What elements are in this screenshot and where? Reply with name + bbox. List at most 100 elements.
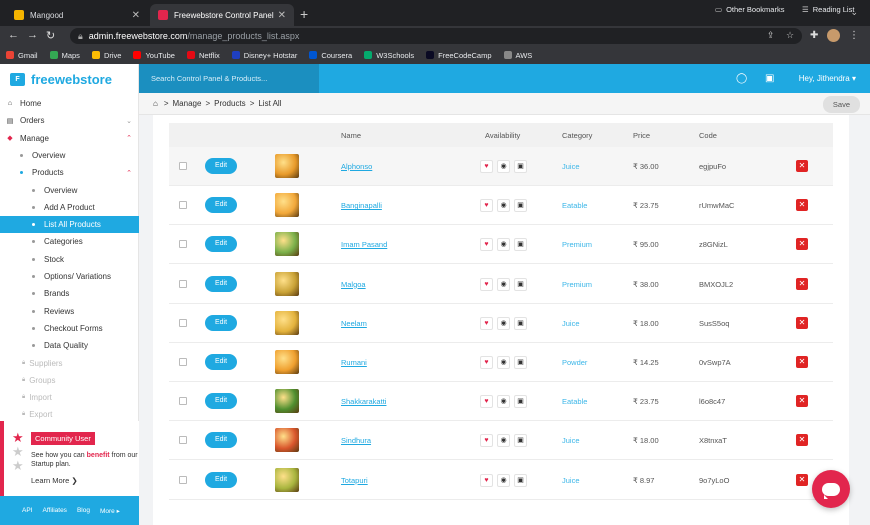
delete-icon[interactable]: ✕	[796, 473, 808, 486]
profile-avatar[interactable]	[827, 29, 840, 42]
product-category[interactable]: Juice	[562, 319, 580, 328]
delete-icon[interactable]: ✕	[796, 395, 808, 408]
edit-button[interactable]: Edit	[205, 314, 237, 331]
product-category[interactable]: Eatable	[562, 397, 587, 406]
row-checkbox[interactable]	[179, 397, 187, 406]
bookmark-gmail[interactable]: Gmail	[6, 51, 38, 60]
footer-link-more[interactable]: More ▸	[100, 507, 120, 515]
url-input[interactable]: 🔒︎ admin.freewebstore.com/manage_product…	[70, 28, 802, 44]
product-thumbnail[interactable]	[275, 154, 299, 178]
product-category[interactable]: Premium	[562, 240, 592, 249]
delete-icon[interactable]: ✕	[796, 238, 808, 251]
lock-icon[interactable]: ▣	[514, 434, 527, 448]
row-checkbox[interactable]	[179, 475, 187, 484]
heart-icon[interactable]: ♥	[480, 238, 493, 252]
sidebar-item-stock[interactable]: Stock	[0, 251, 139, 268]
product-name-link[interactable]: Imam Pasand	[341, 240, 387, 249]
sidebar-item-manage[interactable]: ◆ Manage ⌃	[0, 130, 139, 147]
delete-icon[interactable]: ✕	[796, 277, 808, 290]
product-thumbnail[interactable]	[275, 428, 299, 453]
chat-icon[interactable]: ◯	[736, 73, 747, 84]
lock-icon[interactable]: ▣	[514, 473, 527, 487]
footer-link-affiliates[interactable]: Affiliates	[42, 507, 66, 514]
lock-icon[interactable]: ▣	[514, 356, 527, 369]
lock-icon[interactable]: ▣	[514, 395, 527, 409]
row-checkbox[interactable]	[179, 279, 187, 288]
sidebar-item-home[interactable]: ⌂ Home	[0, 95, 139, 112]
delete-icon[interactable]: ✕	[796, 356, 808, 368]
sidebar-item-list-all-products[interactable]: List All Products	[0, 216, 139, 234]
product-name-link[interactable]: Sindhura	[341, 436, 371, 445]
bookmark-star-icon[interactable]: ☆	[786, 30, 794, 41]
heart-icon[interactable]: ♥	[480, 199, 493, 213]
product-name-link[interactable]: Malgoa	[341, 280, 366, 289]
row-checkbox[interactable]	[179, 358, 187, 366]
product-category[interactable]: Powder	[562, 358, 587, 367]
product-category[interactable]: Juice	[562, 476, 580, 485]
product-thumbnail[interactable]	[275, 232, 299, 257]
edit-button[interactable]: Edit	[205, 158, 237, 174]
home-icon[interactable]: ⌂	[153, 99, 158, 108]
learn-more-link[interactable]: Learn More ❯	[31, 476, 78, 485]
bookmark-netflix[interactable]: Netflix	[186, 51, 220, 60]
product-name-link[interactable]: Alphonso	[341, 162, 372, 171]
heart-icon[interactable]: ♥	[480, 434, 493, 448]
product-category[interactable]: Juice	[562, 436, 580, 445]
user-menu[interactable]: Hey, Jithendra ▾	[799, 74, 856, 83]
bookmark-youtube[interactable]: YouTube	[133, 51, 175, 60]
product-thumbnail[interactable]	[275, 467, 299, 492]
browser-tab-mangood[interactable]: Mangood ✕	[6, 4, 148, 26]
lock-icon[interactable]: ▣	[514, 316, 527, 330]
delete-icon[interactable]: ✕	[796, 434, 808, 447]
sidebar-item-brands[interactable]: Brands	[0, 285, 139, 302]
live-chat-button[interactable]	[812, 470, 850, 508]
sidebar-item-overview[interactable]: Overview	[0, 147, 139, 164]
product-category[interactable]: Premium	[562, 280, 592, 289]
eye-icon[interactable]: ◉	[497, 277, 510, 291]
eye-icon[interactable]: ◉	[497, 160, 510, 173]
product-name-link[interactable]: Totapuri	[341, 476, 368, 485]
eye-icon[interactable]: ◉	[497, 395, 510, 409]
product-thumbnail[interactable]	[275, 310, 299, 335]
eye-icon[interactable]: ◉	[497, 434, 510, 448]
new-tab-icon[interactable]: +	[300, 6, 308, 22]
bookmark-freecodecamp[interactable]: FreeCodeCamp	[426, 51, 492, 60]
extensions-icon[interactable]: ✚	[810, 30, 818, 41]
edit-button[interactable]: Edit	[205, 393, 237, 410]
control-panel-search-input[interactable]: Search Control Panel & Products...	[139, 64, 319, 93]
back-icon[interactable]: ←	[8, 29, 19, 41]
eye-icon[interactable]: ◉	[497, 473, 510, 487]
browser-menu-icon[interactable]: ⋮	[849, 30, 859, 41]
save-button[interactable]: Save	[822, 96, 860, 113]
reload-icon[interactable]: ↻	[46, 29, 55, 42]
reading-list[interactable]: ☰ Reading List	[802, 0, 854, 18]
row-checkbox[interactable]	[179, 436, 187, 445]
eye-icon[interactable]: ◉	[497, 199, 510, 213]
delete-icon[interactable]: ✕	[796, 160, 808, 172]
footer-link-api[interactable]: API	[22, 507, 32, 514]
row-checkbox[interactable]	[179, 240, 187, 249]
close-icon[interactable]: ✕	[278, 10, 286, 21]
browser-tab-control-panel[interactable]: Freewebstore Control Panel ✕	[150, 4, 294, 26]
product-name-link[interactable]: Banginapalli	[341, 201, 382, 210]
sidebar-item-orders[interactable]: ▤ Orders ⌄	[0, 112, 139, 129]
breadcrumb-manage[interactable]: Manage	[173, 99, 202, 108]
sidebar-item-overview[interactable]: Overview	[0, 182, 139, 199]
sidebar-item-categories[interactable]: Categories	[0, 233, 139, 250]
store-icon[interactable]: ▣	[765, 73, 774, 84]
row-checkbox[interactable]	[179, 162, 187, 170]
edit-button[interactable]: Edit	[205, 471, 237, 488]
brand-logo[interactable]: F freewebstore	[0, 64, 138, 94]
breadcrumb-products[interactable]: Products	[214, 99, 246, 108]
delete-icon[interactable]: ✕	[796, 316, 808, 329]
forward-icon[interactable]: →	[27, 29, 38, 41]
delete-icon[interactable]: ✕	[796, 199, 808, 212]
row-checkbox[interactable]	[179, 201, 187, 210]
heart-icon[interactable]: ♥	[480, 316, 493, 330]
product-category[interactable]: Eatable	[562, 201, 587, 210]
product-name-link[interactable]: Neelam	[341, 319, 367, 328]
heart-icon[interactable]: ♥	[480, 160, 493, 173]
lock-icon[interactable]: ▣	[514, 277, 527, 291]
product-thumbnail[interactable]	[275, 271, 299, 296]
share-icon[interactable]: ⇪	[767, 30, 775, 41]
